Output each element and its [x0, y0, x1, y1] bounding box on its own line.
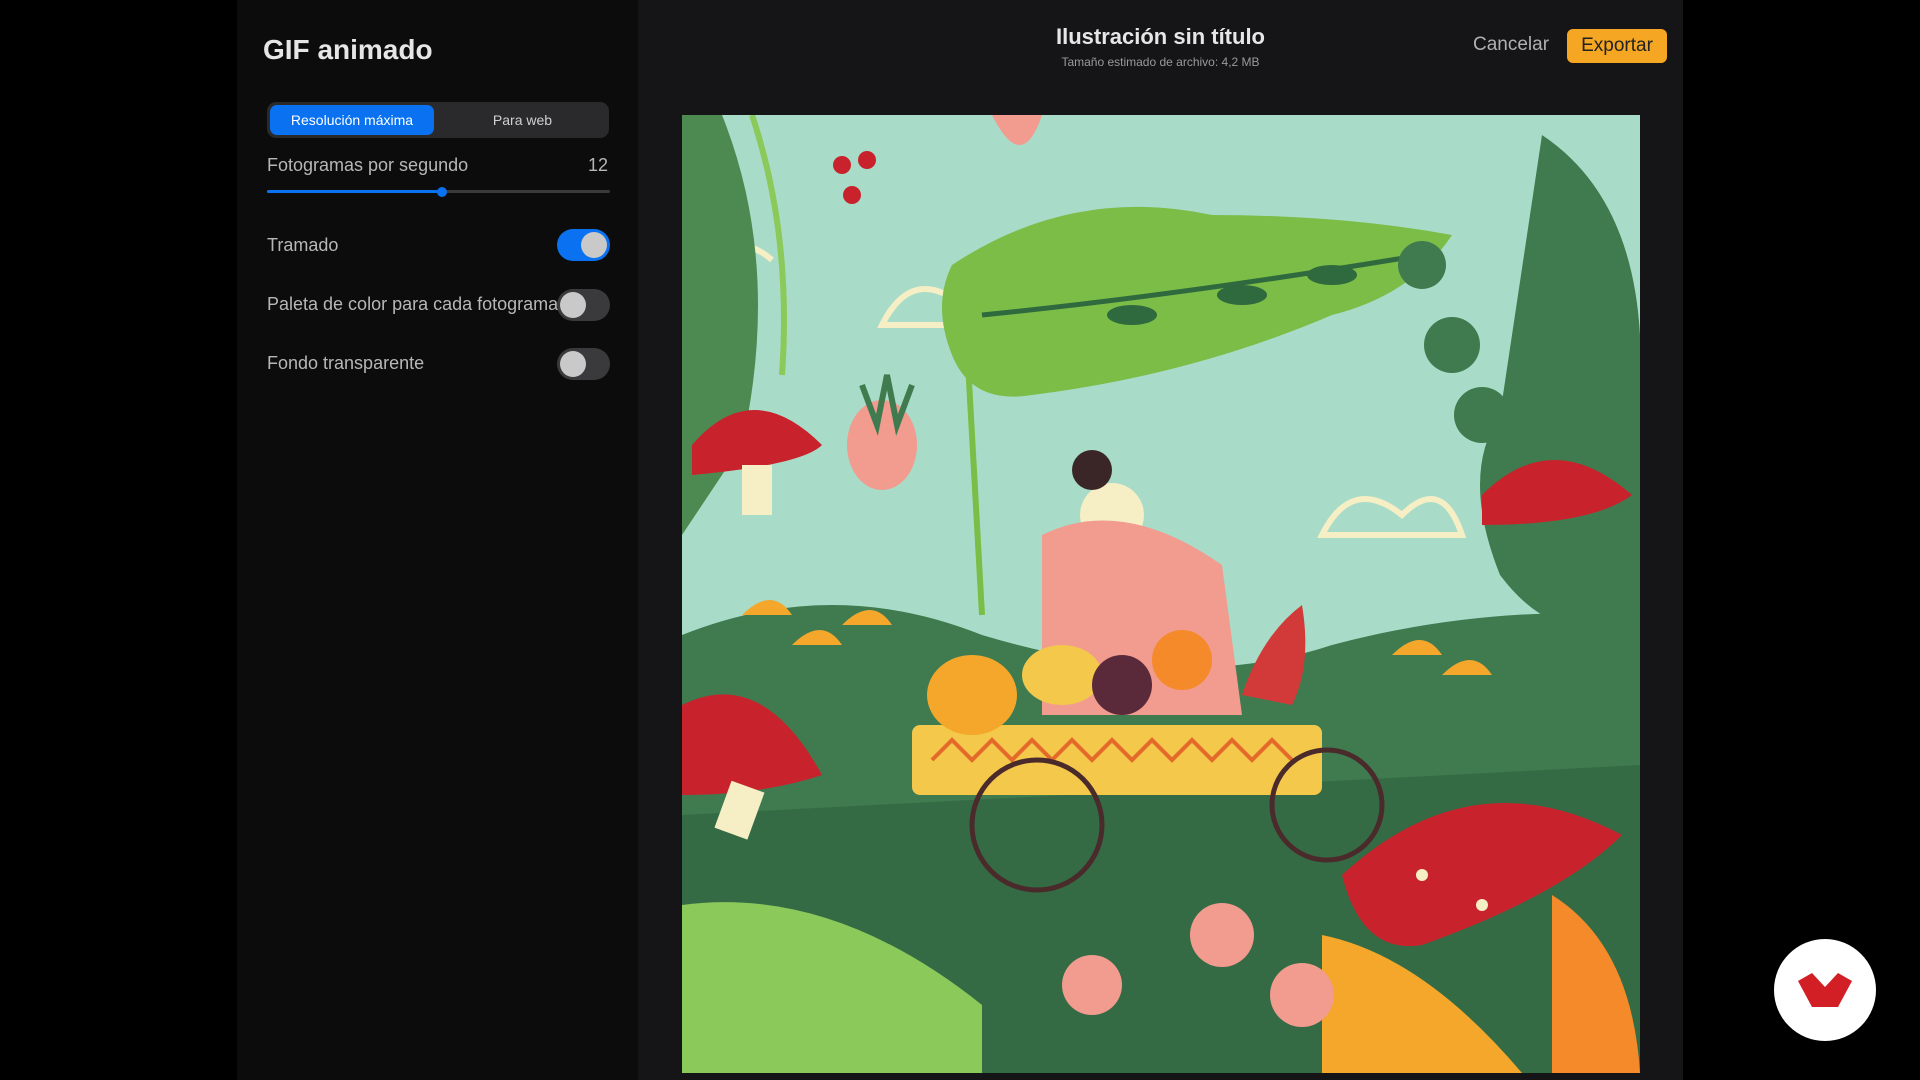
fps-slider[interactable] [267, 184, 610, 200]
tab-for-web[interactable]: Para web [439, 105, 606, 135]
tab-max-resolution[interactable]: Resolución máxima [270, 105, 434, 135]
cancel-button[interactable]: Cancelar [1473, 34, 1549, 56]
brand-logo-badge [1774, 939, 1876, 1041]
fps-label: Fotogramas por segundo [267, 155, 469, 175]
toggle-thumb [581, 232, 607, 258]
transparent-bg-toggle[interactable] [557, 348, 610, 380]
export-button[interactable]: Exportar [1567, 29, 1667, 63]
app-window: GIF animado Resolución máxima Para web F… [237, 0, 1683, 1080]
toggle-thumb [560, 292, 586, 318]
brand-logo-icon [1798, 973, 1852, 1007]
fps-value: 12 [588, 155, 609, 175]
export-sidebar: GIF animado Resolución máxima Para web F… [237, 0, 638, 1080]
dithering-toggle[interactable] [557, 229, 610, 261]
file-size-estimate: Tamaño estimado de archivo: 4,2 MB [1061, 55, 1260, 69]
fps-slider-knob[interactable] [436, 187, 447, 197]
toggle-thumb [560, 351, 586, 377]
illustration-image [682, 115, 1640, 1073]
palette-per-frame-toggle[interactable] [557, 289, 610, 321]
illustration-preview [682, 115, 1640, 1073]
transparent-bg-label: Fondo transparente [267, 353, 425, 373]
dithering-label: Tramado [267, 235, 339, 255]
panel-title: GIF animado [263, 34, 433, 65]
preview-area: Ilustración sin título Tamaño estimado d… [638, 0, 1683, 1080]
fps-slider-fill [267, 190, 442, 193]
palette-per-frame-label: Paleta de color para cada fotograma [267, 294, 559, 314]
resolution-segmented-control: Resolución máxima Para web [267, 102, 609, 138]
